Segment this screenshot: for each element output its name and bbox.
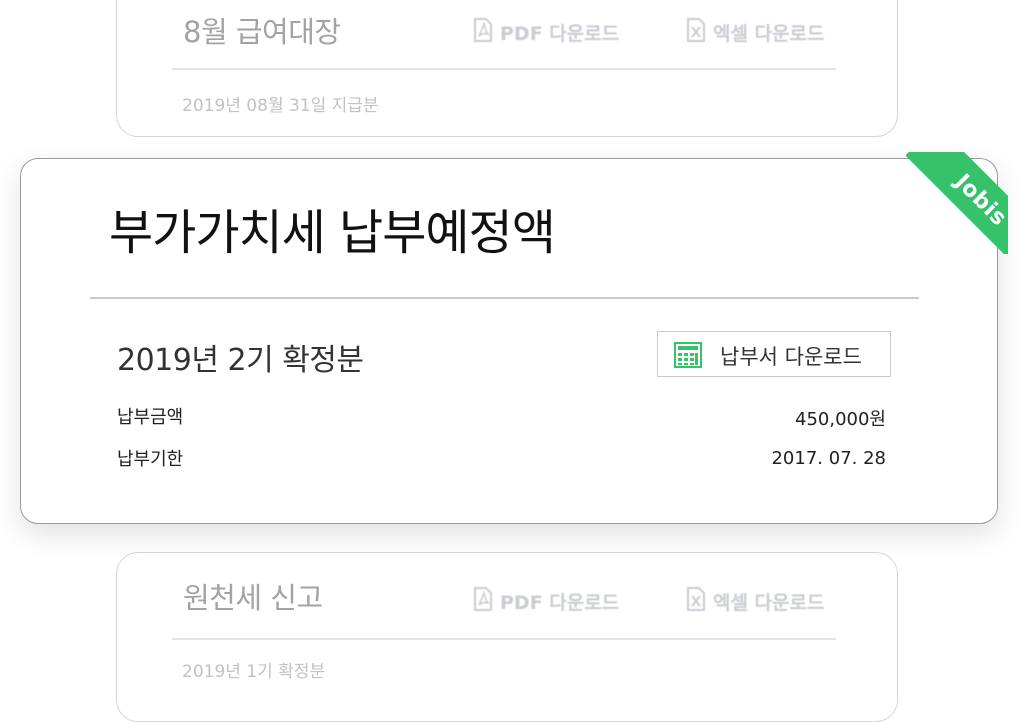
payment-amount-label: 납부금액 xyxy=(117,407,184,428)
withholding-tax-card: 원천세 신고 PDF 다운로드 엑셀 다운로드 2019년 1기 확정분 xyxy=(116,552,898,722)
withholding-excel-download-button[interactable]: 엑셀 다운로드 xyxy=(686,587,825,616)
payment-due-label: 납부기한 xyxy=(117,449,184,470)
pdf-download-label: PDF 다운로드 xyxy=(500,23,620,45)
excel-file-icon xyxy=(686,18,706,47)
divider xyxy=(90,297,919,299)
payroll-title: 8월 급여대장 xyxy=(183,15,341,49)
payroll-card: 8월 급여대장 PDF 다운로드 엑셀 다운로드 2019년 08월 31일 지… xyxy=(116,0,898,137)
tax-period: 2019년 2기 확정분 xyxy=(117,343,364,378)
excel-download-label: 엑셀 다운로드 xyxy=(713,23,825,45)
payment-slip-download-button[interactable]: 납부서 다운로드 xyxy=(657,331,891,377)
payment-due-value: 2017. 07. 28 xyxy=(771,448,886,469)
withholding-tax-title: 원천세 신고 xyxy=(183,581,323,615)
excel-file-icon xyxy=(686,587,706,616)
payment-amount-value: 450,000원 xyxy=(795,409,886,430)
payroll-pdf-download-button[interactable]: PDF 다운로드 xyxy=(473,18,619,47)
payment-slip-download-label: 납부서 다운로드 xyxy=(720,345,862,369)
vat-payment-card: 부가가치세 납부예정액 2019년 2기 확정분 납부서 다운로드 납부금액 4… xyxy=(20,158,998,524)
pdf-download-label: PDF 다운로드 xyxy=(500,592,620,614)
calculator-icon xyxy=(674,342,702,372)
divider xyxy=(172,68,836,70)
ribbon-band: Jobis xyxy=(906,152,1008,254)
excel-download-label: 엑셀 다운로드 xyxy=(713,592,825,614)
withholding-pdf-download-button[interactable]: PDF 다운로드 xyxy=(473,587,619,616)
payroll-subtitle: 2019년 08월 31일 지급분 xyxy=(182,96,379,116)
pdf-icon xyxy=(473,18,493,47)
brand-ribbon: Jobis xyxy=(906,152,1008,254)
pdf-icon xyxy=(473,587,493,616)
payroll-excel-download-button[interactable]: 엑셀 다운로드 xyxy=(686,18,825,47)
divider xyxy=(172,638,836,640)
vat-card-title: 부가가치세 납부예정액 xyxy=(109,205,556,261)
withholding-tax-subtitle: 2019년 1기 확정분 xyxy=(182,662,326,682)
ribbon-brand-text: Jobis xyxy=(950,169,1008,231)
